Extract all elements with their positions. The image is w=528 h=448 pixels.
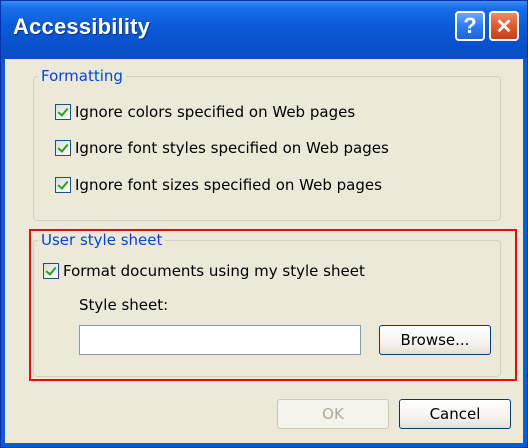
- close-button[interactable]: ✕: [489, 11, 519, 41]
- title-bar[interactable]: Accessibility ? ✕: [1, 1, 527, 59]
- style-sheet-label: Style sheet:: [79, 296, 169, 314]
- help-icon: ?: [463, 13, 477, 38]
- ignore-font-sizes-checkbox[interactable]: [55, 177, 71, 193]
- style-sheet-input[interactable]: [79, 325, 361, 355]
- ignore-font-styles-label: Ignore font styles specified on Web page…: [75, 139, 389, 157]
- ignore-font-styles-checkbox[interactable]: [55, 140, 71, 156]
- cancel-button[interactable]: Cancel: [399, 399, 511, 429]
- ignore-colors-checkbox[interactable]: [55, 104, 71, 120]
- ignore-colors-label: Ignore colors specified on Web pages: [75, 103, 356, 121]
- ignore-colors-option[interactable]: Ignore colors specified on Web pages: [55, 103, 355, 121]
- accessibility-dialog: Accessibility ? ✕ Formatting Ignore colo…: [0, 0, 528, 448]
- help-button[interactable]: ?: [455, 11, 485, 41]
- close-icon: ✕: [495, 15, 513, 38]
- dialog-body: Formatting Ignore colors specified on We…: [5, 59, 523, 443]
- format-documents-label: Format documents using my style sheet: [63, 262, 365, 280]
- browse-button[interactable]: Browse...: [379, 325, 491, 355]
- ignore-font-sizes-option[interactable]: Ignore font sizes specified on Web pages: [55, 176, 382, 194]
- formatting-legend: Formatting: [41, 67, 123, 85]
- user-style-sheet-legend: User style sheet: [41, 231, 163, 249]
- ignore-font-styles-option[interactable]: Ignore font styles specified on Web page…: [55, 139, 389, 157]
- window-title: Accessibility: [13, 14, 151, 39]
- format-documents-option[interactable]: Format documents using my style sheet: [43, 262, 365, 280]
- ignore-font-sizes-label: Ignore font sizes specified on Web pages: [75, 176, 382, 194]
- format-documents-checkbox[interactable]: [43, 263, 59, 279]
- ok-button[interactable]: OK: [277, 399, 389, 429]
